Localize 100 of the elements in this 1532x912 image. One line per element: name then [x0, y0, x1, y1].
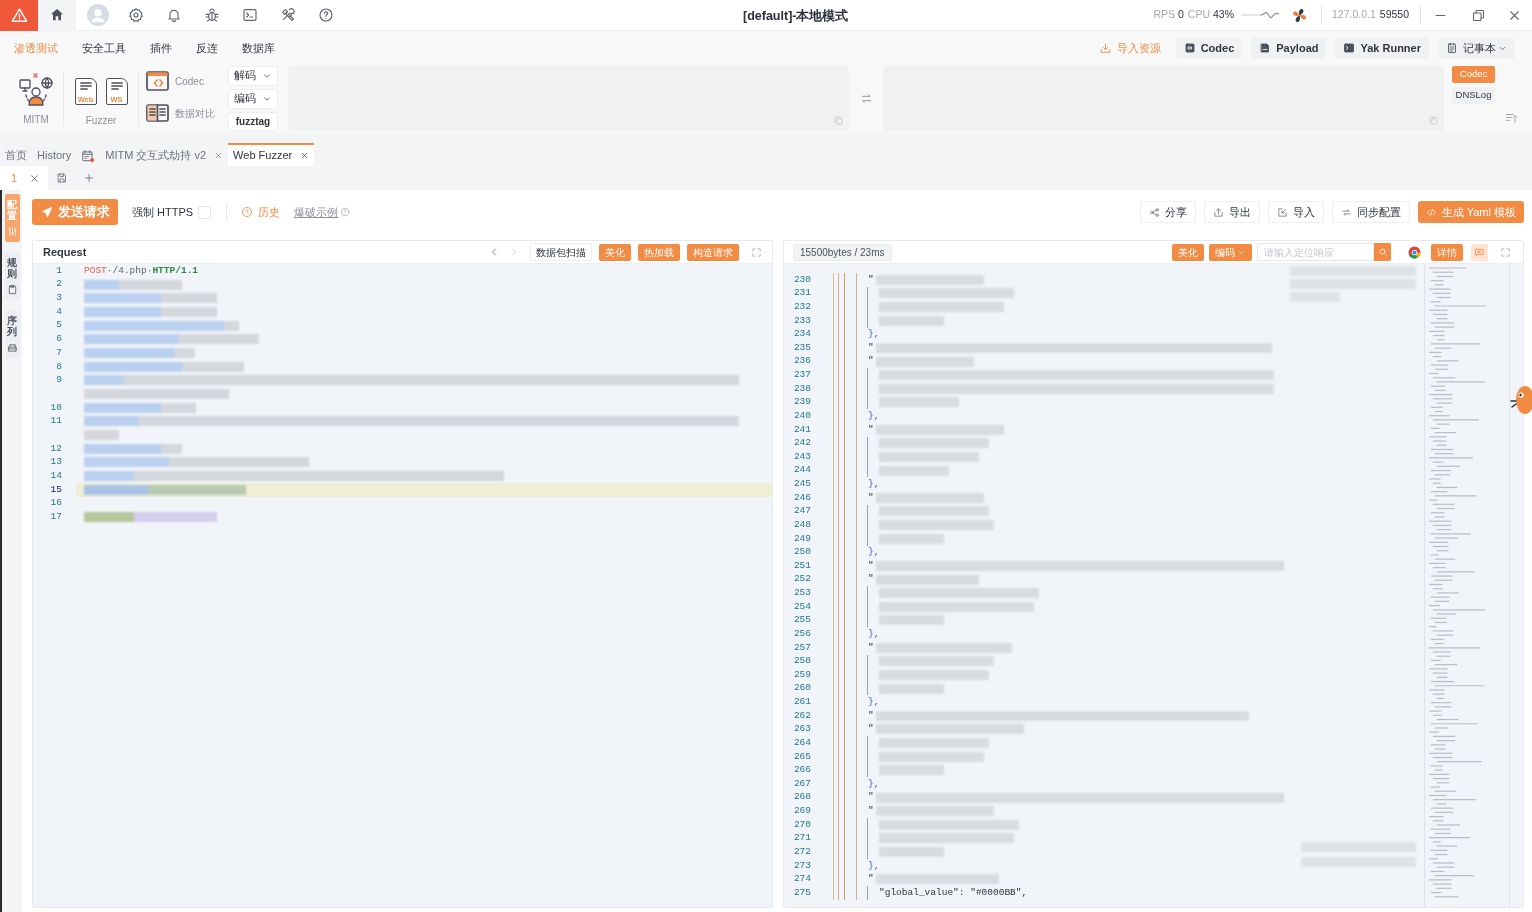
code-text: ": [868, 340, 874, 355]
toolbar-button[interactable]: Codec: [1175, 37, 1243, 59]
tools-icon[interactable]: [280, 7, 296, 23]
line-number: 238: [792, 381, 811, 396]
example-link[interactable]: 爆破示例: [294, 203, 339, 221]
sliders-icon: [6, 226, 18, 237]
add-tab-icon[interactable]: [83, 172, 95, 184]
code-text: ": [868, 572, 874, 587]
line-number: 244: [792, 463, 811, 478]
restore-icon[interactable]: [1470, 7, 1486, 23]
menu-tab[interactable]: 安全工具: [82, 39, 126, 57]
tool-button[interactable]: 数据对比: [146, 103, 225, 123]
toolbar-button[interactable]: 导出: [1203, 201, 1260, 223]
redacted-text: [879, 533, 944, 544]
line-number: 13: [49, 455, 62, 470]
side-panel-button[interactable]: DNSLog: [1452, 87, 1495, 104]
force-https-label: 强制 HTTPS: [132, 204, 194, 220]
line-number: 259: [792, 667, 811, 682]
line-number: 15: [49, 482, 62, 497]
close-tab-icon[interactable]: [214, 151, 224, 160]
line-number: 9: [55, 373, 62, 388]
close-tab-icon[interactable]: [29, 172, 41, 184]
line-number: 239: [792, 395, 811, 410]
code-text: ": [868, 872, 874, 887]
page-tab[interactable]: Web Fuzzer: [228, 143, 315, 166]
code-text: },: [868, 545, 880, 560]
comment-icon[interactable]: [1471, 243, 1488, 261]
send-icon: [40, 206, 53, 218]
code-text: ": [868, 790, 874, 805]
line-number: 260: [792, 681, 811, 696]
split-document-icon: [146, 103, 169, 123]
menu-tab[interactable]: 数据库: [242, 39, 275, 57]
line-number: 269: [792, 804, 811, 819]
input-field[interactable]: [288, 66, 849, 131]
rps-label: RPS: [1153, 7, 1175, 23]
line-number: 11: [49, 414, 62, 429]
page-tab[interactable]: MITM 交互式劫持 v2: [100, 143, 229, 166]
redacted-text: [879, 615, 944, 626]
code-text: ": [868, 708, 874, 723]
panel-title: Request: [43, 244, 87, 260]
settings-icon[interactable]: [128, 7, 144, 23]
menu-tab[interactable]: 插件: [150, 39, 172, 57]
line-number: 230: [792, 272, 811, 287]
sort-icon[interactable]: [1503, 111, 1520, 125]
side-tab[interactable]: 序列: [4, 310, 20, 358]
line-number: 248: [792, 517, 811, 532]
output-field[interactable]: [883, 66, 1444, 131]
redacted-text: [879, 683, 944, 694]
pinwheel-logo-icon[interactable]: [1291, 6, 1308, 24]
toolbar-button[interactable]: 同步配置: [1331, 201, 1410, 223]
toolbar-button[interactable]: 导入: [1267, 201, 1324, 223]
terminal-icon[interactable]: [242, 7, 258, 23]
side-tab[interactable]: 规则: [4, 252, 20, 300]
history-button[interactable]: 历史: [241, 203, 281, 221]
code-text: ": [868, 804, 874, 819]
page-tab[interactable]: 首页: [0, 143, 32, 166]
code-text: },: [868, 477, 880, 492]
force-https-checkbox[interactable]: [198, 205, 212, 219]
mitm-button[interactable]: MITM: [12, 65, 60, 131]
fuzzer-tab[interactable]: 1: [0, 166, 48, 190]
help-icon[interactable]: [318, 7, 334, 23]
fuzztag-button[interactable]: fuzztag: [228, 112, 278, 131]
tool-button[interactable]: Codec: [146, 71, 225, 91]
mascot-icon[interactable]: [1510, 383, 1532, 416]
toolbar-button[interactable]: 分享: [1139, 201, 1196, 223]
toolbar-button[interactable]: Yak Runner: [1335, 37, 1429, 59]
line-number: 240: [792, 408, 811, 423]
bell-icon[interactable]: [166, 7, 182, 23]
terminal-icon: [1343, 42, 1356, 54]
port-number: 59550: [1379, 7, 1409, 23]
text-lines-icon: [110, 82, 123, 90]
bug-icon[interactable]: [204, 7, 220, 23]
dropdown-select[interactable]: 编码: [228, 89, 278, 109]
redacted-text: [879, 315, 944, 326]
share-icon: [1148, 206, 1160, 218]
line-number: 4: [55, 304, 62, 319]
line-number: 16: [49, 496, 62, 511]
code-text: "global_value": "#0000BB",: [879, 885, 1028, 900]
chrome-icon[interactable]: [1408, 245, 1421, 259]
page-tab[interactable]: History: [32, 143, 77, 166]
floppy-icon: [1259, 42, 1272, 54]
swap-icon[interactable]: [859, 91, 873, 105]
dropdown-select[interactable]: 解码: [228, 66, 278, 86]
line-number: 241: [792, 422, 811, 437]
home-button[interactable]: [38, 0, 76, 31]
search-button[interactable]: [1374, 243, 1391, 261]
editor-button[interactable]: 数据包扫描: [530, 243, 592, 261]
import-icon: [1098, 41, 1112, 55]
save-icon[interactable]: [56, 172, 68, 184]
text-lines-icon: [79, 82, 92, 90]
menu-tab[interactable]: 反连: [196, 39, 218, 57]
notepad-dropdown[interactable]: 记事本: [1438, 37, 1515, 59]
close-tab-icon[interactable]: [300, 151, 310, 160]
toolbar-button[interactable]: Payload: [1251, 37, 1327, 59]
line-number: 271: [792, 831, 811, 846]
line-number: 265: [792, 749, 811, 764]
warning-icon[interactable]: [0, 0, 38, 31]
code-line: POST·/4.php·HTTP/1.1: [84, 264, 199, 278]
line-number: 256: [792, 626, 811, 641]
line-number: 251: [792, 558, 811, 573]
